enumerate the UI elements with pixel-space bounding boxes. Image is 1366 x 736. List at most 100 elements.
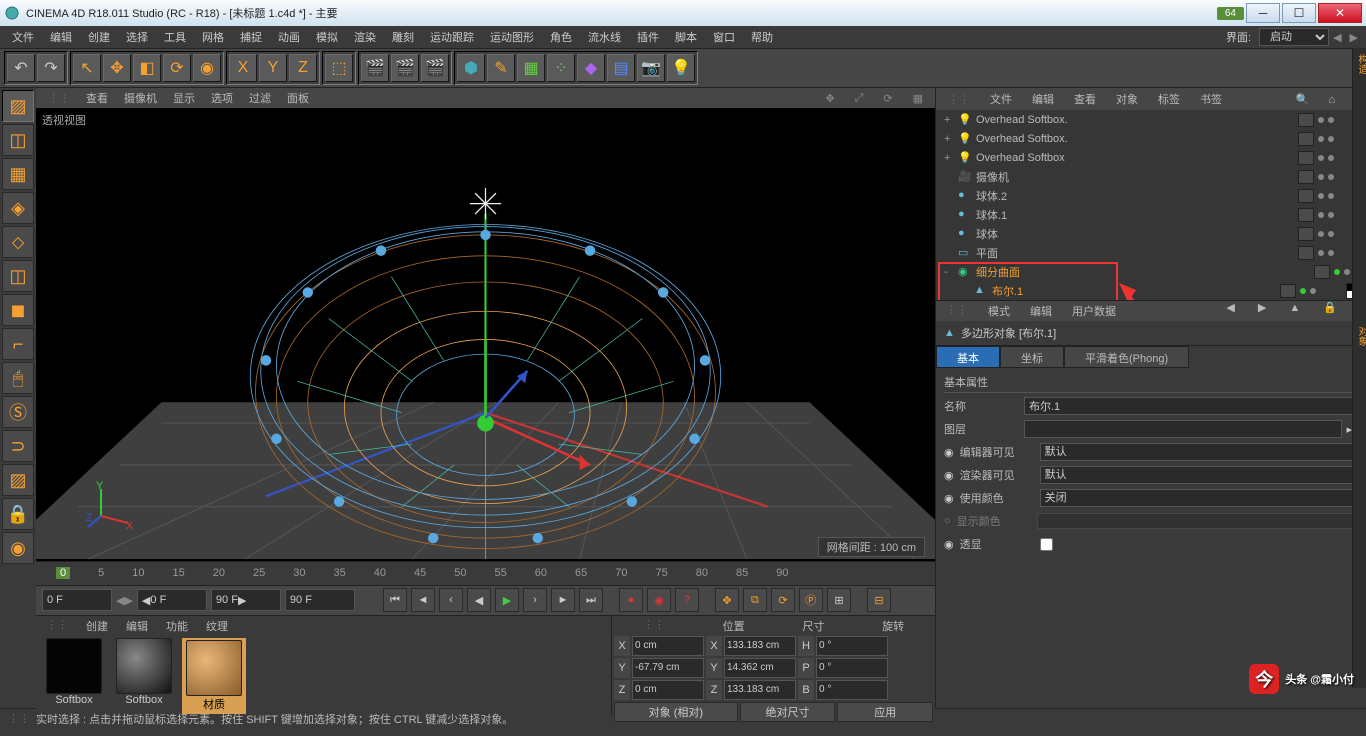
snap-button[interactable]: Ⓢ [2, 396, 34, 428]
close-button[interactable]: ✕ [1318, 3, 1362, 23]
menu-role[interactable]: 角色 [542, 27, 580, 47]
menu-select[interactable]: 选择 [118, 27, 156, 47]
menu-edit[interactable]: 编辑 [42, 27, 80, 47]
scale-tool[interactable]: ◧ [133, 54, 161, 82]
usecolor-select[interactable]: 关闭 [1040, 489, 1366, 507]
mm-tex[interactable]: 纹理 [198, 618, 236, 634]
mm-func[interactable]: 功能 [158, 618, 196, 634]
key-rot-button[interactable]: ⟳ [771, 588, 795, 612]
attr-name-input[interactable] [1024, 397, 1366, 415]
menu-help[interactable]: 帮助 [743, 27, 781, 47]
light-button[interactable]: 💡 [667, 54, 695, 82]
tree-row[interactable]: -◉细分曲面 [936, 262, 1366, 281]
tree-row[interactable]: +💡Overhead Softbox.⋮ [936, 110, 1366, 129]
size-x-input[interactable] [724, 636, 796, 656]
timeline[interactable]: 0510 152025 303540 455055 606570 758085 … [36, 561, 935, 585]
camera-button[interactable]: 📷 [637, 54, 665, 82]
goto-start-button[interactable]: ⏮ [383, 588, 407, 612]
start-frame[interactable]: 0 F [150, 594, 166, 606]
tree-row[interactable]: ●球体.2 [936, 186, 1366, 205]
array-button[interactable]: ⁘ [547, 54, 575, 82]
expand-icon[interactable]: - [944, 266, 954, 278]
vmenu-grip-icon[interactable]: ⋮⋮ [40, 92, 78, 105]
vmenu-display[interactable]: 显示 [165, 90, 203, 106]
layout-next-icon[interactable]: ▶ [1346, 31, 1362, 44]
vp-layout-icon[interactable]: ▦ [905, 92, 931, 105]
render-pv-button[interactable]: 🎬 [391, 54, 419, 82]
axis-z-button[interactable]: Z [289, 54, 317, 82]
cube-primitive-button[interactable]: ⬢ [457, 54, 485, 82]
play-button[interactable]: ▶ [495, 588, 519, 612]
keysel-button[interactable]: ? [675, 588, 699, 612]
lock-button[interactable]: 🔒 [2, 498, 34, 530]
axis-mode-button[interactable]: ⌐ [2, 328, 34, 360]
menu-plugin[interactable]: 插件 [629, 27, 667, 47]
make-editable-button[interactable]: ▨ [2, 90, 34, 122]
key-pla-button[interactable]: ⊞ [827, 588, 851, 612]
tree-row[interactable]: ●球体 [936, 224, 1366, 243]
next-frame-button[interactable]: › [523, 588, 547, 612]
usecolor-radio[interactable]: ◉ [944, 492, 954, 505]
material-item[interactable]: 材质 [182, 638, 246, 714]
select-tool[interactable]: ↖ [73, 54, 101, 82]
viewport[interactable]: 透视视图 网格间距 : 100 cm [36, 108, 935, 561]
menu-script[interactable]: 脚本 [667, 27, 705, 47]
menu-anim[interactable]: 动画 [270, 27, 308, 47]
pos-x-input[interactable] [632, 636, 704, 656]
undo-button[interactable]: ↶ [7, 54, 35, 82]
render-vis-radio[interactable]: ◉ [944, 469, 954, 482]
menu-mgraph[interactable]: 运动图形 [482, 27, 542, 47]
select-vis-button[interactable]: ▨ [2, 464, 34, 496]
vp-zoom-icon[interactable]: ⤢ [847, 92, 872, 105]
point-mode-button[interactable]: ⬦ [2, 226, 34, 258]
coord-mode-select[interactable]: 对象 (相对) [614, 702, 738, 722]
tab-phong[interactable]: 平滑着色(Phong) [1064, 346, 1189, 368]
texture-mode-button[interactable]: ▦ [2, 158, 34, 190]
next-key-button[interactable]: ► [551, 588, 575, 612]
vp-rotate-icon[interactable]: ⟳ [875, 92, 900, 105]
prev-key-button[interactable]: ◄ [411, 588, 435, 612]
material-item[interactable]: Softbox [112, 638, 176, 714]
last-tool[interactable]: ◉ [193, 54, 221, 82]
record-button[interactable]: ● [619, 588, 643, 612]
pos-y-input[interactable] [632, 658, 704, 678]
vmenu-panel[interactable]: 面板 [279, 90, 317, 106]
pen-tool-button[interactable]: ✎ [487, 54, 515, 82]
minimize-button[interactable]: ─ [1246, 3, 1280, 23]
am-up-icon[interactable]: ▲ [1279, 300, 1310, 316]
tweak-mode-button[interactable]: 🖱 [2, 362, 34, 394]
editor-vis-select[interactable]: 默认 [1040, 443, 1366, 461]
am-back-icon[interactable]: ◀ [1216, 300, 1244, 316]
xray-radio[interactable]: ◉ [944, 538, 954, 551]
om-view[interactable]: 查看 [1066, 89, 1104, 109]
move-tool[interactable]: ✥ [103, 54, 131, 82]
am-edit[interactable]: 编辑 [1020, 301, 1062, 321]
mm-grip-icon[interactable]: ⋮⋮ [38, 618, 76, 634]
subdiv-button[interactable]: ▦ [517, 54, 545, 82]
tree-row[interactable]: ▭平面 [936, 243, 1366, 262]
menu-snap[interactable]: 捕捉 [232, 27, 270, 47]
am-userdata[interactable]: 用户数据 [1062, 301, 1126, 321]
tab-coord[interactable]: 坐标 [1000, 346, 1064, 368]
deformer-button[interactable]: ◆ [577, 54, 605, 82]
menu-mtrack[interactable]: 运动跟踪 [422, 27, 482, 47]
coord-size-select[interactable]: 绝对尺寸 [740, 702, 836, 722]
coord-system-button[interactable]: ⬚ [325, 54, 353, 82]
poly-mode-button[interactable]: ◼ [2, 294, 34, 326]
am-fwd-icon[interactable]: ▶ [1248, 300, 1276, 316]
tab-basic[interactable]: 基本 [936, 346, 1000, 368]
edge-mode-button[interactable]: ◫ [2, 260, 34, 292]
vmenu-view[interactable]: 查看 [78, 90, 116, 106]
om-tags[interactable]: 标签 [1150, 89, 1188, 109]
magnet-button[interactable]: ⊃ [2, 430, 34, 462]
tree-row[interactable]: +💡Overhead Softbox⋮ [936, 148, 1366, 167]
mm-create[interactable]: 创建 [78, 618, 116, 634]
tree-row[interactable]: 🎥摄像机⊘ [936, 167, 1366, 186]
key-param-button[interactable]: Ⓟ [799, 588, 823, 612]
rot-h-input[interactable] [816, 636, 888, 656]
rot-p-input[interactable] [816, 658, 888, 678]
render-vis-select[interactable]: 默认 [1040, 466, 1366, 484]
axis-y-button[interactable]: Y [259, 54, 287, 82]
end-frame[interactable]: 90 F [285, 589, 355, 611]
expand-icon[interactable]: + [944, 152, 954, 164]
